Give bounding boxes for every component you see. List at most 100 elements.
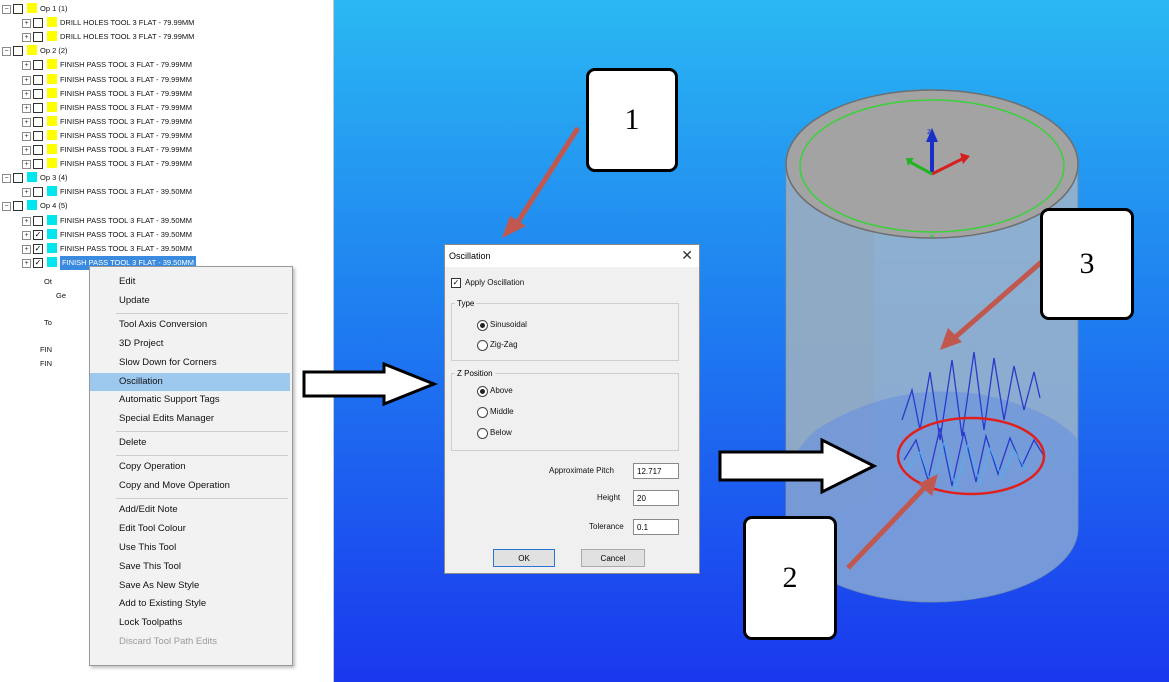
tree-checkbox[interactable] (33, 18, 43, 29)
tree-checkbox[interactable] (33, 102, 43, 113)
tree-item-row[interactable]: + FINISH PASS TOOL 3 FLAT - 79.99MM (0, 73, 330, 87)
tree-checkbox[interactable]: ✓ (33, 257, 43, 268)
expand-toggle-icon[interactable]: + (22, 19, 31, 29)
menu-item-add-to-existing-style[interactable]: Add to Existing Style (90, 595, 290, 613)
tree-checkbox[interactable] (13, 173, 23, 184)
menu-item-special-edits-manager[interactable]: Special Edits Manager (90, 410, 290, 428)
menu-item-3d-project[interactable]: 3D Project (90, 335, 290, 353)
tree-item-row[interactable]: + DRILL HOLES TOOL 3 FLAT - 79.99MM (0, 30, 330, 44)
expand-toggle-icon[interactable]: − (2, 5, 11, 14)
tree-checkbox[interactable] (33, 88, 43, 99)
tree-group-row[interactable]: − Op 1 (1) (0, 2, 330, 16)
tree-checkbox[interactable] (13, 46, 23, 57)
tree-checkbox[interactable]: ✓ (33, 229, 43, 240)
tree-item-row[interactable]: + FINISH PASS TOOL 3 FLAT - 79.99MM (0, 143, 330, 157)
tree-group-row[interactable]: − Op 3 (4) (0, 171, 330, 185)
middle-label: Middle (490, 407, 514, 416)
expand-toggle-icon[interactable]: + (22, 117, 31, 127)
expand-toggle-icon[interactable]: + (22, 230, 31, 240)
tree-row-label: FINISH PASS TOOL 3 FLAT - 79.99MM (60, 145, 192, 154)
tree-checkbox[interactable] (33, 215, 43, 226)
tool-colour-swatch (47, 256, 57, 267)
menu-item-oscillation[interactable]: Oscillation (90, 372, 290, 391)
menu-item-edit[interactable]: Edit (90, 273, 290, 291)
tool-colour-swatch (47, 73, 57, 84)
menu-item-save-this-tool[interactable]: Save This Tool (90, 558, 290, 576)
menu-item-discard-tool-path-edits[interactable]: Discard Tool Path Edits (90, 633, 290, 651)
tool-colour-swatch (47, 87, 57, 98)
expand-toggle-icon[interactable]: + (22, 188, 31, 198)
menu-separator (116, 312, 288, 314)
tree-checkbox[interactable] (33, 32, 43, 43)
tool-colour-swatch (47, 101, 57, 112)
tree-item-row[interactable]: + FINISH PASS TOOL 3 FLAT - 79.99MM (0, 115, 330, 129)
menu-item-copy-operation[interactable]: Copy Operation (90, 458, 290, 476)
tree-item-row[interactable]: + FINISH PASS TOOL 3 FLAT - 79.99MM (0, 157, 330, 171)
tree-item-row[interactable]: + DRILL HOLES TOOL 3 FLAT - 79.99MM (0, 16, 330, 30)
radio-zig-zag[interactable] (477, 340, 488, 351)
tree-item-row[interactable]: + FINISH PASS TOOL 3 FLAT - 79.99MM (0, 129, 330, 143)
radio-sinusoidal[interactable] (477, 320, 488, 331)
expand-toggle-icon[interactable]: + (22, 75, 31, 85)
menu-item-lock-toolpaths[interactable]: Lock Toolpaths (90, 614, 290, 632)
radio-above[interactable] (477, 386, 488, 397)
tree-item-row[interactable]: + ✓ FINISH PASS TOOL 3 FLAT - 39.50MM (0, 228, 330, 242)
tree-item-row[interactable]: + ✓ FINISH PASS TOOL 3 FLAT - 39.50MM (0, 242, 330, 256)
tree-checkbox[interactable] (33, 145, 43, 155)
dialog-title-bar[interactable]: Oscillation ✕ (445, 245, 699, 267)
tree-group-row[interactable]: − Op 2 (2) (0, 44, 330, 58)
cancel-button[interactable]: Cancel (581, 549, 645, 567)
tree-checkbox[interactable] (33, 60, 43, 71)
height-input[interactable]: 20 (633, 490, 679, 506)
expand-toggle-icon[interactable]: + (22, 216, 31, 226)
menu-item-add-edit-note[interactable]: Add/Edit Note (90, 501, 290, 519)
menu-item-automatic-support-tags[interactable]: Automatic Support Tags (90, 391, 290, 409)
radio-below[interactable] (477, 428, 488, 439)
menu-item-delete[interactable]: Delete (90, 434, 290, 452)
tree-checkbox[interactable] (33, 159, 43, 170)
tree-row-label: FINISH PASS TOOL 3 FLAT - 79.99MM (60, 74, 192, 84)
tree-checkbox[interactable] (13, 4, 23, 14)
callout-1: 1 (586, 68, 678, 172)
expand-toggle-icon[interactable]: + (22, 103, 31, 113)
expand-toggle-icon[interactable]: + (22, 61, 31, 71)
expand-toggle-icon[interactable]: − (2, 47, 11, 57)
menu-item-edit-tool-colour[interactable]: Edit Tool Colour (90, 520, 290, 538)
tolerance-input[interactable]: 0.1 (633, 519, 679, 535)
expand-toggle-icon[interactable]: + (22, 146, 31, 155)
menu-item-copy-and-move-operation[interactable]: Copy and Move Operation (90, 477, 290, 495)
expand-toggle-icon[interactable]: − (2, 202, 11, 212)
tree-item-row[interactable]: + FINISH PASS TOOL 3 FLAT - 39.50MM (0, 185, 330, 199)
expand-toggle-icon[interactable]: + (22, 244, 31, 254)
tree-item-row[interactable]: + FINISH PASS TOOL 3 FLAT - 39.50MM (0, 214, 330, 228)
close-icon[interactable]: ✕ (681, 248, 693, 262)
height-label: Height (597, 493, 621, 502)
tree-checkbox[interactable] (33, 74, 43, 85)
tree-item-row[interactable]: + FINISH PASS TOOL 3 FLAT - 79.99MM (0, 101, 330, 115)
tool-colour-swatch (47, 158, 57, 169)
expand-toggle-icon[interactable]: + (22, 33, 31, 43)
menu-item-update[interactable]: Update (90, 292, 290, 310)
approximate-pitch-input[interactable]: 12.717 (633, 463, 679, 479)
tree-checkbox[interactable] (33, 130, 43, 141)
menu-item-tool-axis-conversion[interactable]: Tool Axis Conversion (90, 316, 290, 334)
expand-toggle-icon[interactable]: + (22, 160, 31, 170)
tree-checkbox[interactable] (33, 187, 43, 198)
tree-row-label: FINISH PASS TOOL 3 FLAT - 79.99MM (60, 102, 192, 112)
menu-item-slow-down-for-corners[interactable]: Slow Down for Corners (90, 354, 290, 372)
tree-checkbox[interactable] (13, 201, 23, 212)
tree-item-row[interactable]: + FINISH PASS TOOL 3 FLAT - 79.99MM (0, 58, 330, 72)
apply-oscillation-checkbox[interactable]: ✓ (451, 278, 461, 288)
tree-checkbox[interactable]: ✓ (33, 243, 43, 254)
tree-checkbox[interactable] (33, 116, 43, 127)
expand-toggle-icon[interactable]: + (22, 131, 31, 141)
expand-toggle-icon[interactable]: − (2, 174, 11, 184)
radio-middle[interactable] (477, 407, 488, 418)
tree-group-row[interactable]: − Op 4 (5) (0, 199, 330, 213)
ok-button[interactable]: OK (493, 549, 555, 567)
expand-toggle-icon[interactable]: + (22, 89, 31, 99)
menu-item-save-as-new-style[interactable]: Save As New Style (90, 577, 290, 595)
expand-toggle-icon[interactable]: + (22, 258, 31, 268)
menu-item-use-this-tool[interactable]: Use This Tool (90, 539, 290, 557)
tree-item-row[interactable]: + FINISH PASS TOOL 3 FLAT - 79.99MM (0, 87, 330, 101)
